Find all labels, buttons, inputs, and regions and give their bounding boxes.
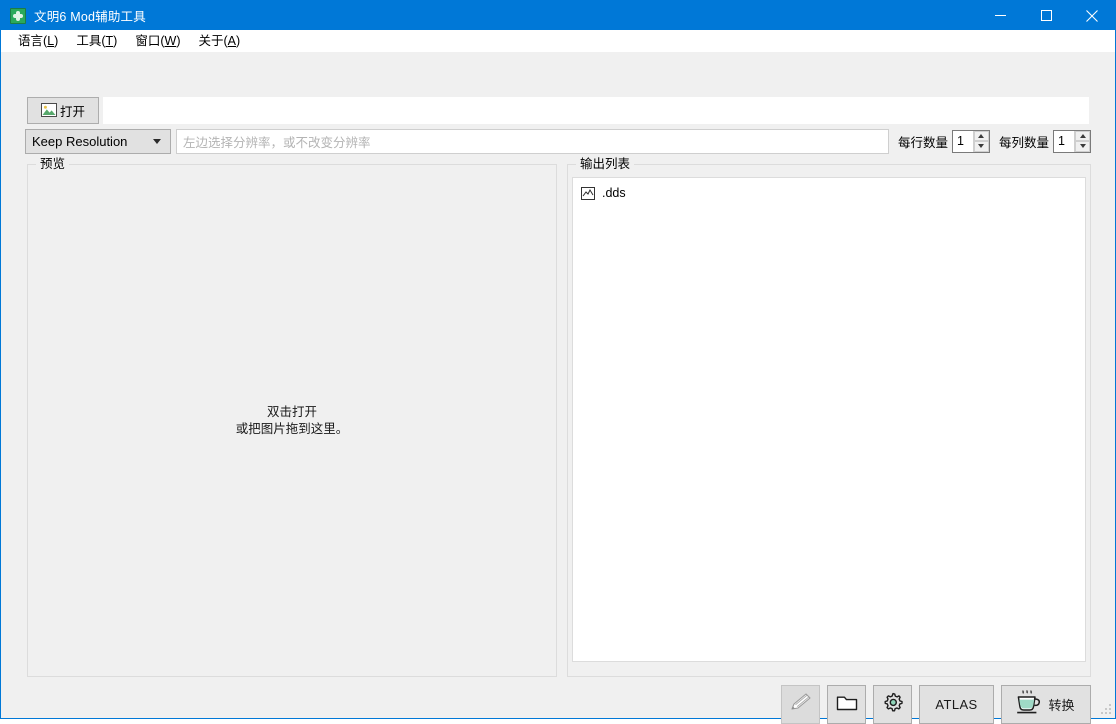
cols-increment-button[interactable]	[1075, 130, 1090, 141]
resolution-hint-field[interactable]: 左边选择分辨率，或不改变分辨率	[176, 128, 889, 154]
list-item[interactable]: .dds	[573, 183, 1085, 203]
cols-label: 每列数量	[998, 135, 1049, 150]
menu-label-about: 关于	[198, 33, 224, 48]
menu-item-language[interactable]: 语言(L)	[9, 31, 67, 52]
rows-value: 1	[956, 134, 964, 148]
menu-bar: 语言(L) 工具(T) 窗口(W) 关于(A)	[1, 30, 1115, 52]
rows-label: 每行数量	[897, 135, 948, 150]
list-item-label: .dds	[602, 186, 626, 200]
app-green-icon	[10, 7, 26, 24]
menu-item-window[interactable]: 窗口(W)	[126, 31, 189, 52]
arrow-up-icon	[1079, 133, 1086, 138]
resolution-combo[interactable]: Keep Resolution	[25, 128, 171, 154]
close-icon[interactable]	[1069, 1, 1115, 30]
cols-stepper-arrows[interactable]	[1074, 130, 1090, 152]
image-file-icon	[581, 186, 595, 200]
output-group: 输出列表 .dds	[567, 157, 1091, 677]
resolution-hint-text: 左边选择分辨率，或不改变分辨率	[183, 135, 371, 150]
menu-label-tools: 工具	[76, 33, 102, 48]
coffee-cup-icon	[1014, 689, 1042, 719]
settings-button[interactable]	[873, 684, 912, 724]
cols-value: 1	[1058, 134, 1065, 148]
atlas-button[interactable]: ATLAS	[919, 684, 994, 724]
rows-stepper[interactable]: 1	[951, 129, 990, 153]
path-input[interactable]	[103, 96, 1089, 124]
app-window: 文明6 Mod辅助工具 语言(L) 工具(T) 窗口(W) 关于(A) 打开 K…	[0, 0, 1116, 724]
window-controls	[977, 1, 1115, 30]
open-button-label: 打开	[59, 104, 85, 119]
cols-decrement-button[interactable]	[1075, 141, 1090, 152]
preview-drop-area[interactable]: 双击打开 或把图片拖到这里。	[28, 165, 556, 676]
resolution-combo-value: Keep Resolution	[32, 133, 128, 149]
title-bar: 文明6 Mod辅助工具	[1, 1, 1115, 30]
menu-accel-language: L	[47, 33, 55, 48]
menu-accel-about: A	[227, 33, 237, 48]
preview-placeholder-line1: 双击打开	[266, 404, 317, 419]
folder-icon	[836, 693, 858, 715]
maximize-icon[interactable]	[1023, 1, 1069, 30]
convert-button[interactable]: 转换	[1001, 684, 1091, 724]
arrow-down-icon	[978, 144, 985, 149]
minimize-icon[interactable]	[977, 1, 1023, 30]
open-row: 打开	[27, 96, 1089, 124]
arrow-down-icon	[1079, 144, 1086, 149]
client-area: 打开 Keep Resolution 左边选择分辨率，或不改变分辨率 每行数量 …	[1, 52, 1115, 724]
output-list[interactable]: .dds	[572, 177, 1086, 662]
output-group-label: 输出列表	[576, 157, 635, 171]
atlas-button-label: ATLAS	[935, 696, 978, 712]
rows-increment-button[interactable]	[973, 130, 989, 141]
arrow-up-icon	[978, 133, 985, 138]
menu-accel-tools: T	[105, 33, 114, 48]
menu-label-window: 窗口	[135, 33, 161, 48]
menu-label-language: 语言	[18, 33, 44, 48]
pencil-icon	[789, 692, 813, 717]
window-title: 文明6 Mod辅助工具	[34, 10, 146, 24]
picture-icon	[40, 103, 57, 117]
edit-button[interactable]	[781, 684, 820, 724]
open-button[interactable]: 打开	[27, 96, 99, 124]
chevron-down-icon	[153, 139, 161, 144]
preview-placeholder-line2: 或把图片拖到这里。	[235, 421, 349, 436]
action-button-bar: ATLAS 转换	[781, 684, 1091, 724]
preview-group: 预览 双击打开 或把图片拖到这里。	[27, 157, 557, 677]
rows-stepper-arrows[interactable]	[972, 130, 989, 152]
convert-button-label: 转换	[1048, 697, 1075, 713]
rows-decrement-button[interactable]	[973, 141, 989, 152]
resize-grip[interactable]	[1098, 701, 1111, 714]
options-row: Keep Resolution 左边选择分辨率，或不改变分辨率 每行数量 1 每…	[25, 128, 1091, 154]
folder-button[interactable]	[827, 684, 866, 724]
menu-item-tools[interactable]: 工具(T)	[67, 31, 126, 52]
menu-accel-window: W	[164, 33, 177, 48]
cols-stepper[interactable]: 1	[1053, 129, 1091, 153]
menu-item-about[interactable]: 关于(A)	[189, 31, 249, 52]
gear-icon	[882, 692, 904, 717]
